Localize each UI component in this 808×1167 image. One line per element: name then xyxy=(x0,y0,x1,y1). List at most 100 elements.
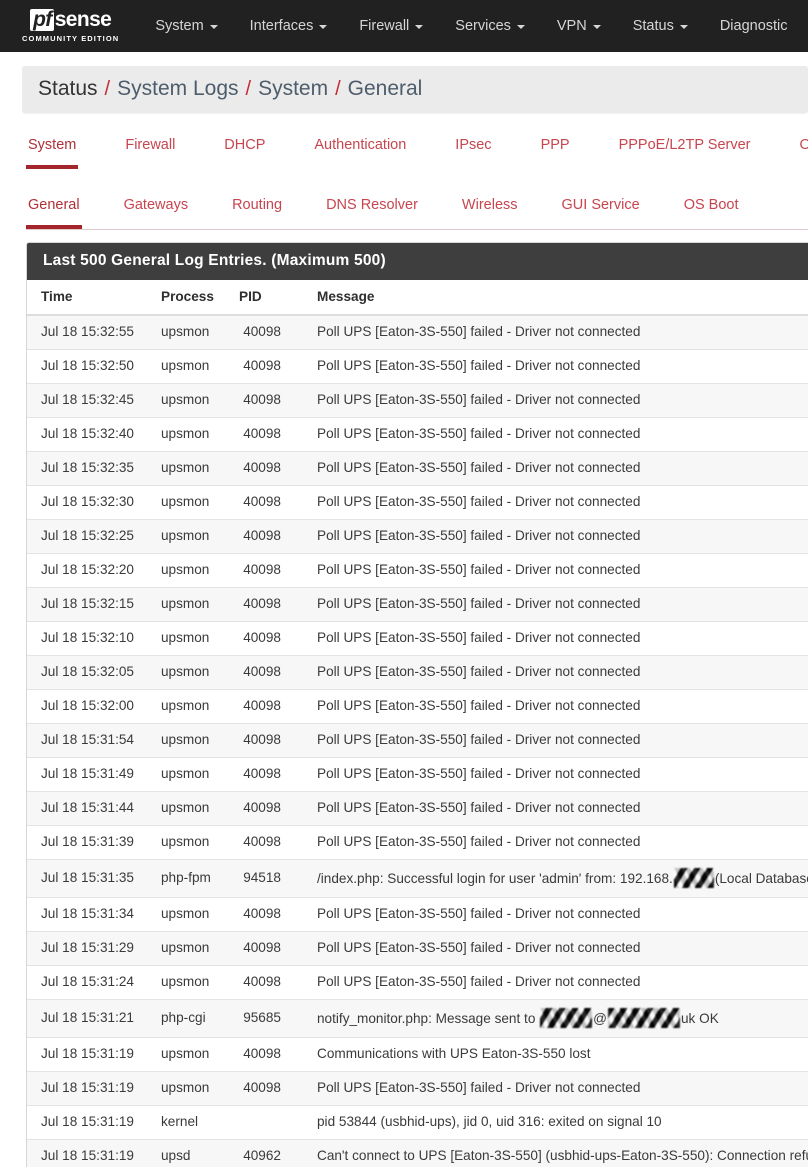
chevron-down-icon xyxy=(679,25,688,29)
log-process: upsmon xyxy=(153,451,231,486)
log-message: Poll UPS [Eaton-3S-550] failed - Driver … xyxy=(295,931,808,966)
tabs-secondary: General Gateways Routing DNS Resolver Wirele… xyxy=(0,193,808,229)
log-process: upsmon xyxy=(153,931,231,966)
tab-ipsec[interactable]: IPsec xyxy=(453,133,493,169)
log-time: Jul 18 15:31:34 xyxy=(27,897,153,932)
log-process: upsmon xyxy=(153,485,231,520)
chevron-down-icon xyxy=(592,25,601,29)
breadcrumb-item-system-logs[interactable]: System Logs xyxy=(117,77,238,101)
log-pid: 40098 xyxy=(231,791,295,826)
log-row: Jul 18 15:32:00 upsmon 40098 Poll UPS [Eato… xyxy=(27,689,808,724)
log-pid: 40098 xyxy=(231,349,295,384)
log-table-head: Time Process PID Message xyxy=(27,280,808,316)
log-process: upsmon xyxy=(153,553,231,588)
log-row: Jul 18 15:31:34 upsmon 40098 Poll UPS [Eato… xyxy=(27,897,808,932)
log-panel: Last 500 General Log Entries. (Maximum 5… xyxy=(26,242,808,1167)
log-process: upsmon xyxy=(153,417,231,452)
tab-dhcp[interactable]: DHCP xyxy=(222,133,267,169)
log-pid: 40098 xyxy=(231,965,295,1000)
log-message: Can't connect to UPS [Eaton-3S-550] (usb… xyxy=(295,1139,808,1167)
log-process: upsmon xyxy=(153,587,231,622)
log-time: Jul 18 15:32:15 xyxy=(27,587,153,622)
log-message: Poll UPS [Eaton-3S-550] failed - Driver … xyxy=(295,791,808,826)
tab-firewall[interactable]: Firewall xyxy=(123,133,177,169)
log-row: Jul 18 15:31:19 upsd 40962 Can't connect to… xyxy=(27,1139,808,1167)
log-pid: 40962 xyxy=(231,1139,295,1167)
nav-item-services[interactable]: Services xyxy=(455,18,525,34)
nav-item-status[interactable]: Status xyxy=(633,18,688,34)
nav-item-label: Diagnostic xyxy=(719,18,788,34)
log-process: upsmon xyxy=(153,689,231,724)
nav-item-firewall[interactable]: Firewall xyxy=(359,18,424,34)
log-pid: 40098 xyxy=(231,383,295,418)
breadcrumb-item-general[interactable]: General xyxy=(348,77,423,101)
log-process: upsmon xyxy=(153,349,231,384)
log-pid xyxy=(231,1105,295,1140)
nav-item-label: System xyxy=(155,18,204,34)
log-message: Poll UPS [Eaton-3S-550] failed - Driver … xyxy=(295,349,808,384)
breadcrumb-item-system[interactable]: System xyxy=(258,77,328,101)
log-process: upsd xyxy=(153,1139,231,1167)
log-row: Jul 18 15:32:45 upsmon 40098 Poll UPS [Eato… xyxy=(27,383,808,418)
nav-item-interfaces[interactable]: Interfaces xyxy=(250,18,328,34)
tab-routing[interactable]: Routing xyxy=(230,193,284,229)
log-row: Jul 18 15:31:49 upsmon 40098 Poll UPS [Eato… xyxy=(27,757,808,792)
column-header-pid: PID xyxy=(231,280,295,316)
tab-system[interactable]: System xyxy=(26,133,79,169)
log-message: Poll UPS [Eaton-3S-550] failed - Driver … xyxy=(295,1071,808,1106)
log-time: Jul 18 15:31:44 xyxy=(27,791,153,826)
log-message: Poll UPS [Eaton-3S-550] failed - Driver … xyxy=(295,314,808,350)
log-time: Jul 18 15:31:39 xyxy=(27,825,153,860)
breadcrumb-item-status: Status xyxy=(38,77,98,100)
tab-pppoe-l2tp-server[interactable]: PPPoE/L2TP Server xyxy=(617,133,753,169)
log-row: Jul 18 15:32:35 upsmon 40098 Poll UPS [Eato… xyxy=(27,451,808,486)
tab-gateways[interactable]: Gateways xyxy=(122,193,190,229)
nav-item-label: Firewall xyxy=(359,18,410,34)
pfsense-logo[interactable]: pf sense COMMUNITY EDITION xyxy=(22,9,119,43)
tab-os-boot[interactable]: OS Boot xyxy=(682,193,741,229)
log-time: Jul 18 15:31:19 xyxy=(27,1071,153,1106)
tab-ppp[interactable]: PPP xyxy=(539,133,572,169)
log-process: upsmon xyxy=(153,383,231,418)
log-row: Jul 18 15:32:55 upsmon 40098 Poll UPS [Eato… xyxy=(27,314,808,350)
tab-openvpn[interactable]: OpenVPN xyxy=(798,133,808,169)
tab-wireless[interactable]: Wireless xyxy=(460,193,520,229)
log-process: upsmon xyxy=(153,621,231,656)
log-pid: 40098 xyxy=(231,655,295,690)
breadcrumb-separator: / xyxy=(335,78,341,100)
log-pid: 94518 xyxy=(231,859,295,898)
log-message: Poll UPS [Eaton-3S-550] failed - Driver … xyxy=(295,519,808,554)
tabs-primary: System Firewall DHCP Authentication IPsec PPP… xyxy=(0,133,808,169)
log-row: Jul 18 15:31:24 upsmon 40098 Poll UPS [Eato… xyxy=(27,965,808,1000)
log-row: Jul 18 15:32:50 upsmon 40098 Poll UPS [Eato… xyxy=(27,349,808,384)
log-process: upsmon xyxy=(153,723,231,758)
log-time: Jul 18 15:32:25 xyxy=(27,519,153,554)
breadcrumb: Status / System Logs / System / General xyxy=(22,66,808,113)
nav-item-vpn[interactable]: VPN xyxy=(557,18,601,34)
log-row: Jul 18 15:32:15 upsmon 40098 Poll UPS [Eato… xyxy=(27,587,808,622)
brand-logo-text: pf sense xyxy=(30,9,112,31)
log-process: upsmon xyxy=(153,655,231,690)
log-time: Jul 18 15:31:54 xyxy=(27,723,153,758)
log-pid: 40098 xyxy=(231,825,295,860)
tab-gui-service[interactable]: GUI Service xyxy=(560,193,642,229)
log-message: Poll UPS [Eaton-3S-550] failed - Driver … xyxy=(295,587,808,622)
tab-authentication[interactable]: Authentication xyxy=(312,133,408,169)
log-pid: 40098 xyxy=(231,485,295,520)
column-header-process: Process xyxy=(153,280,231,316)
log-row: Jul 18 15:32:40 upsmon 40098 Poll UPS [Eato… xyxy=(27,417,808,452)
nav-item-diagnostic[interactable]: Diagnostic xyxy=(720,18,788,34)
tab-dns-resolver[interactable]: DNS Resolver xyxy=(324,193,420,229)
log-pid: 40098 xyxy=(231,1071,295,1106)
log-pid: 40098 xyxy=(231,931,295,966)
log-process: upsmon xyxy=(153,1071,231,1106)
nav-item-system[interactable]: System xyxy=(155,18,218,34)
log-pid: 40098 xyxy=(231,757,295,792)
log-table-header-row: Time Process PID Message xyxy=(27,280,808,316)
log-time: Jul 18 15:32:35 xyxy=(27,451,153,486)
log-process: php-cgi xyxy=(153,999,231,1038)
tab-general[interactable]: General xyxy=(26,193,82,229)
brand-subtitle: COMMUNITY EDITION xyxy=(22,34,120,43)
log-time: Jul 18 15:32:30 xyxy=(27,485,153,520)
log-row: Jul 18 15:31:21 php-cgi 95685 notify_monito… xyxy=(27,999,808,1038)
